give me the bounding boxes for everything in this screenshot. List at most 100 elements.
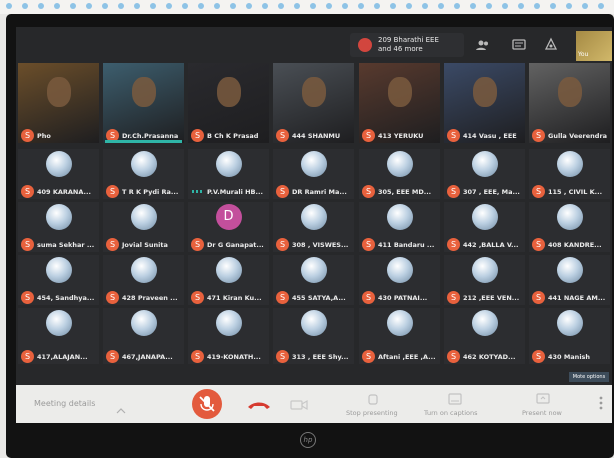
participant-name: 444 SHANMU xyxy=(292,132,341,140)
participant-tile[interactable]: S 430 Manish xyxy=(529,308,610,364)
participant-avatar: D xyxy=(215,204,242,230)
participant-tile[interactable]: S 454, Sandhya... xyxy=(18,255,99,305)
participant-tile[interactable]: S 428 Praveen ... xyxy=(103,255,184,305)
participant-tile[interactable]: S Dr.Ch.Prasanna xyxy=(103,63,184,143)
more-options-tooltip: Mote options xyxy=(569,372,609,382)
end-call-icon[interactable] xyxy=(246,397,272,416)
decor-dot xyxy=(54,3,60,9)
participant-avatar xyxy=(471,151,498,177)
decor-dot xyxy=(70,3,76,9)
stop-presenting-label[interactable]: Stop presenting xyxy=(346,409,398,417)
participant-avatar xyxy=(130,204,157,230)
participant-initial-badge: S xyxy=(447,350,460,363)
participant-name: 413 YERUKU xyxy=(378,132,424,140)
participant-tile[interactable]: ST R K Pydi Ra... xyxy=(103,149,184,199)
participant-tile[interactable]: S Aftani ,EEE ,A... xyxy=(359,308,440,364)
participant-initial-badge: S xyxy=(532,129,545,142)
participant-initial-badge: S xyxy=(21,238,34,251)
participant-initial-badge: S xyxy=(532,185,545,198)
people-icon[interactable] xyxy=(474,36,492,54)
participant-initial-badge: S xyxy=(447,238,460,251)
decor-dot xyxy=(278,3,284,9)
chat-icon[interactable] xyxy=(510,36,528,54)
participant-name: 419-KONATH... xyxy=(207,353,261,361)
participant-tile[interactable]: S 442 ,BALLA V... xyxy=(444,202,525,252)
chevron-up-icon[interactable] xyxy=(116,400,126,419)
participant-tile[interactable]: S 430 PATNAI... xyxy=(359,255,440,305)
page-top-dots xyxy=(0,0,614,14)
participant-avatar xyxy=(556,204,583,230)
participant-tile[interactable]: SB Ch K Prasad xyxy=(188,63,269,143)
participant-name: 428 Praveen ... xyxy=(122,294,178,302)
present-now-label[interactable]: Present now xyxy=(522,409,562,417)
decor-dot xyxy=(86,3,92,9)
you-label: You xyxy=(578,51,589,58)
participant-tile[interactable]: S 419-KONATH... xyxy=(188,308,269,364)
meeting-details-button[interactable]: Meeting details xyxy=(34,399,95,408)
participant-tile[interactable]: S 417,ALAJAN... xyxy=(18,308,99,364)
participant-tile[interactable]: S 413 YERUKU xyxy=(359,63,440,143)
camera-icon[interactable] xyxy=(290,397,308,416)
participant-tile[interactable]: S 441 NAGE AM... xyxy=(529,255,610,305)
decor-dot xyxy=(582,3,588,9)
mic-off-button[interactable] xyxy=(192,389,222,419)
participant-tile[interactable]: S 307 , EEE, Ma... xyxy=(444,149,525,199)
participant-tile[interactable]: S Jovial Sunita xyxy=(103,202,184,252)
captions-icon[interactable] xyxy=(448,391,462,410)
participant-initial-badge: S xyxy=(191,291,204,304)
participant-avatar xyxy=(130,257,157,283)
participant-tile[interactable]: S 414 Vasu , EEE xyxy=(444,63,525,143)
participant-avatar xyxy=(386,204,413,230)
participant-tile[interactable]: S 409 KARANA... xyxy=(18,149,99,199)
participant-initial-badge: S xyxy=(276,185,289,198)
participant-initial-badge: S xyxy=(447,291,460,304)
participant-initial-badge: S xyxy=(276,291,289,304)
participant-tile[interactable]: S Gulla Veerendra xyxy=(529,63,610,143)
decor-dot xyxy=(214,3,220,9)
activities-icon[interactable] xyxy=(542,36,560,54)
decor-dot xyxy=(262,3,268,9)
join-notification[interactable]: 209 Bharathi EEE and 46 more xyxy=(350,33,464,57)
participant-tile[interactable]: D S Dr G Ganapat... xyxy=(188,202,269,252)
participant-tile[interactable]: P.V.Murali HB... xyxy=(188,149,269,199)
participant-tile[interactable]: S 444 SHANMU xyxy=(273,63,354,143)
participant-tile[interactable]: S 305, EEE MD... xyxy=(359,149,440,199)
participant-tile[interactable]: S 467,JANAPA... xyxy=(103,308,184,364)
participant-avatar xyxy=(45,310,72,336)
decor-dot xyxy=(118,3,124,9)
participant-face xyxy=(301,77,326,107)
participant-avatar xyxy=(215,257,242,283)
decor-dot xyxy=(470,3,476,9)
participant-name: suma Sekhar ... xyxy=(37,241,95,249)
decor-dot xyxy=(422,3,428,9)
speaking-indicator xyxy=(192,190,204,193)
participant-tile[interactable]: S DR Ramri Ma... xyxy=(273,149,354,199)
hp-logo: hp xyxy=(300,432,316,448)
participant-tile[interactable]: S 115 , CIVIL K... xyxy=(529,149,610,199)
participant-tile[interactable]: S 471 Kiran Ku... xyxy=(188,255,269,305)
participant-tile[interactable]: S 408 KANDRE... xyxy=(529,202,610,252)
participant-name: 414 Vasu , EEE xyxy=(463,132,517,140)
participant-avatar xyxy=(556,310,583,336)
decor-dot xyxy=(518,3,524,9)
participant-tile[interactable]: S 308 , VISWES... xyxy=(273,202,354,252)
participant-avatar xyxy=(300,310,327,336)
present-now-icon[interactable] xyxy=(536,391,550,410)
participant-face xyxy=(46,77,71,107)
participant-tile[interactable]: S 455 SATYA,A... xyxy=(273,255,354,305)
participant-tile[interactable]: S Pho xyxy=(18,63,99,143)
decor-dot xyxy=(150,3,156,9)
participant-tile[interactable]: S 212 ,EEE VEN... xyxy=(444,255,525,305)
participant-avatar xyxy=(45,204,72,230)
participant-tile[interactable]: S 411 Bandaru ... xyxy=(359,202,440,252)
participant-tile[interactable]: S 462 KOTYAD... xyxy=(444,308,525,364)
more-options-icon[interactable] xyxy=(598,395,604,415)
decor-dot xyxy=(102,3,108,9)
participant-tile[interactable]: S 313 , EEE Shy... xyxy=(273,308,354,364)
participant-initial-badge: S xyxy=(21,129,34,142)
hand-icon[interactable] xyxy=(366,391,380,410)
decor-dot xyxy=(358,3,364,9)
turn-on-captions-label[interactable]: Turn on captions xyxy=(424,409,478,417)
participant-tile[interactable]: Ssuma Sekhar ... xyxy=(18,202,99,252)
participant-face xyxy=(387,77,412,107)
